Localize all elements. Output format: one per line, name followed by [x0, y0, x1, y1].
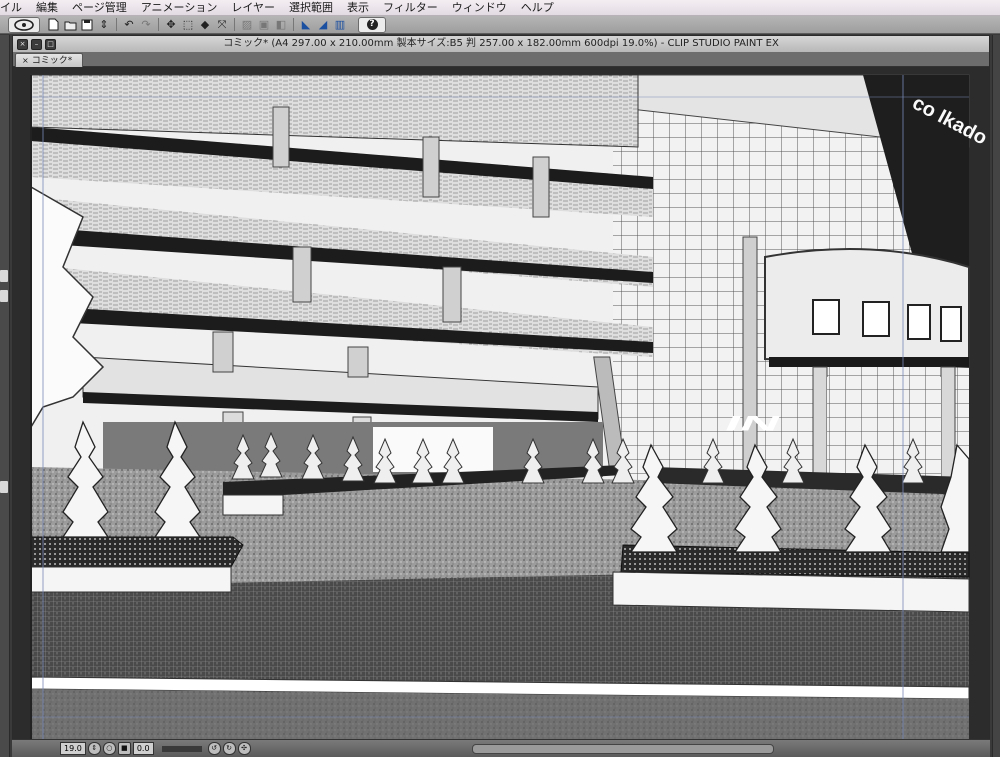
panel-handle[interactable] — [0, 290, 8, 302]
fill-selection-icon[interactable]: ▣ — [257, 18, 271, 32]
document-tab-strip: × コミック* — [13, 52, 989, 67]
help-icon[interactable]: ? — [358, 16, 386, 33]
panel-handle[interactable] — [0, 270, 8, 282]
menu-layer[interactable]: レイヤー — [224, 0, 282, 15]
ruler-snap-icon[interactable]: ◣ — [299, 18, 313, 32]
toolbar-separator — [158, 18, 159, 31]
transform-icon[interactable]: ✥ — [164, 18, 178, 32]
command-bar: ⇕ ↶ ↷ ✥ ⬚ ◆ ⤧ ▨ ▣ ◧ ◣ ◢ ▥ ? — [0, 16, 1000, 34]
clip-studio-logo-icon[interactable] — [8, 16, 40, 33]
flip-icon[interactable]: ✣ — [237, 742, 251, 755]
right-panel — [992, 35, 1000, 757]
tab-comic[interactable]: × コミック* — [15, 53, 84, 67]
document-titlebar: × – □ コミック* (A4 297.00 x 210.00mm 製本サイズ:… — [13, 36, 989, 53]
menu-window[interactable]: ウィンドウ — [445, 0, 514, 15]
toolbar-separator — [293, 18, 294, 31]
document-title: コミック* (A4 297.00 x 210.00mm 製本サイズ:B5 判 2… — [223, 38, 779, 49]
menu-animation[interactable]: アニメーション — [134, 0, 225, 15]
stepper-icon[interactable]: ⇕ — [97, 18, 111, 32]
menu-file[interactable]: イル — [0, 0, 29, 15]
close-icon[interactable]: × — [22, 56, 29, 65]
rotation-slider[interactable] — [161, 745, 202, 752]
open-folder-icon[interactable] — [63, 18, 77, 32]
fit-view-icon[interactable]: ■ — [117, 742, 131, 755]
zoom-reset-icon[interactable]: ○ — [102, 742, 116, 755]
redo-icon[interactable]: ↷ — [139, 18, 153, 32]
close-icon[interactable]: × — [17, 39, 28, 50]
tab-label: コミック* — [31, 56, 73, 66]
panel-handle[interactable] — [0, 481, 8, 493]
rotate-right-icon[interactable]: ↻ — [222, 742, 236, 755]
maximize-icon[interactable]: □ — [45, 39, 56, 50]
undo-icon[interactable]: ↶ — [122, 18, 136, 32]
toolbar-separator — [234, 18, 235, 31]
road-marking: IN — [720, 411, 785, 435]
menu-help[interactable]: ヘルプ — [514, 0, 561, 15]
new-file-icon[interactable] — [46, 18, 60, 32]
rotation-angle-field[interactable]: 0.0 — [132, 742, 154, 755]
canvas-area[interactable]: co Ikado IN — [13, 67, 989, 740]
minimize-icon[interactable]: – — [31, 39, 42, 50]
menu-selection[interactable]: 選択範囲 — [282, 0, 340, 15]
zoom-field[interactable]: 19.0 — [60, 742, 86, 755]
toolbar-separator — [116, 18, 117, 31]
save-icon[interactable] — [80, 18, 94, 32]
clear-icon[interactable]: ▨ — [240, 18, 254, 32]
menu-edit[interactable]: 編集 — [29, 0, 65, 15]
menu-filter[interactable]: フィルター — [376, 0, 445, 15]
horizontal-scrollbar[interactable] — [472, 744, 774, 754]
rotate-left-icon[interactable]: ↺ — [207, 742, 221, 755]
menu-view[interactable]: 表示 — [340, 0, 376, 15]
select-area-icon[interactable]: ⬚ — [181, 18, 195, 32]
document-window: × – □ コミック* (A4 297.00 x 210.00mm 製本サイズ:… — [12, 35, 990, 757]
fill-icon[interactable]: ◆ — [198, 18, 212, 32]
menu-bar: イル 編集 ページ管理 アニメーション レイヤー 選択範囲 表示 フィルター ウ… — [0, 0, 1000, 16]
layer-mask-icon[interactable]: ◧ — [274, 18, 288, 32]
manga-background-artwork: co Ikado IN — [30, 74, 989, 740]
zoom-stepper-icon[interactable]: ⇕ — [87, 742, 101, 755]
left-panel — [0, 35, 10, 757]
grid-snap-icon[interactable]: ▥ — [333, 18, 347, 32]
free-transform-icon[interactable]: ⤧ — [215, 18, 229, 32]
menu-page-management[interactable]: ページ管理 — [65, 0, 134, 15]
status-bar: 19.0 ⇕ ○ ■ 0.0 ↺ ↻ ✣ — [12, 739, 990, 757]
special-ruler-snap-icon[interactable]: ◢ — [316, 18, 330, 32]
